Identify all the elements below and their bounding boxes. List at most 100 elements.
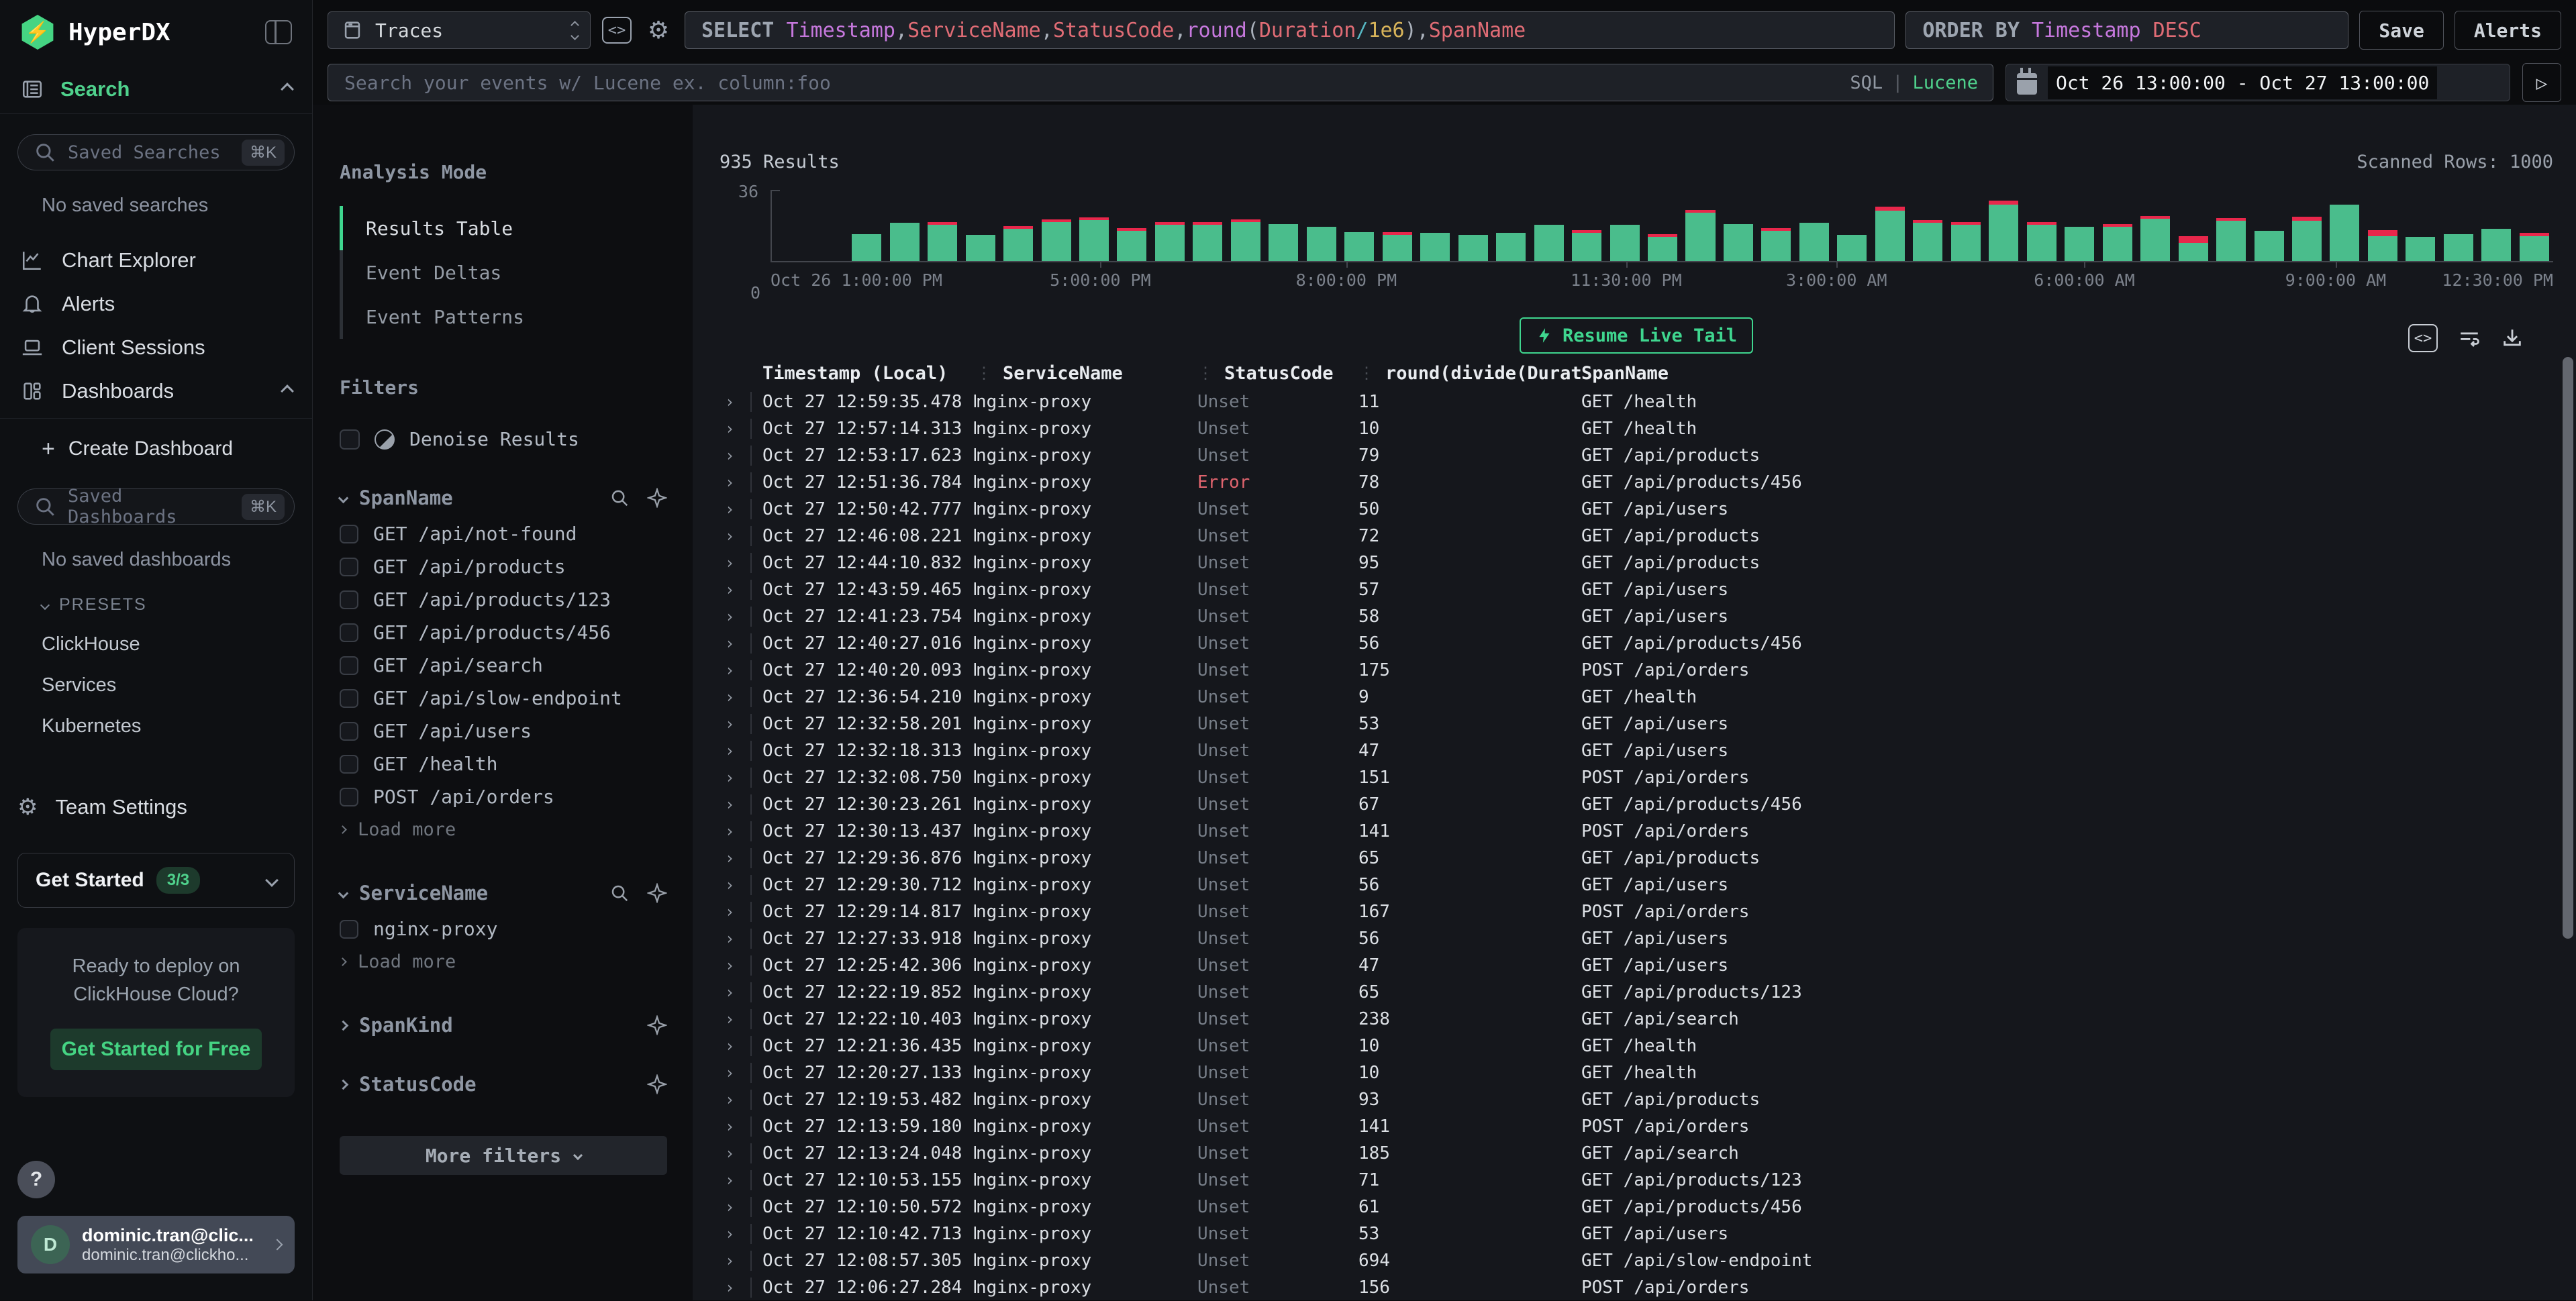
expand-row-icon[interactable]: › [720, 768, 750, 787]
table-row[interactable]: ›Oct 27 12:08:57.305 PMnginx-proxyUnset6… [720, 1247, 2553, 1274]
checkbox[interactable] [340, 788, 358, 806]
histogram-bar[interactable] [1681, 190, 1719, 261]
expand-row-icon[interactable]: › [720, 393, 750, 411]
expand-row-icon[interactable]: › [720, 446, 750, 465]
histogram-bar[interactable] [2061, 190, 2098, 261]
checkbox[interactable] [340, 722, 358, 741]
table-row[interactable]: ›Oct 27 12:20:27.133 PMnginx-proxyUnset1… [720, 1059, 2553, 1086]
column-header-duration[interactable]: ⋮round(divide(Duration, [1358, 363, 1581, 384]
histogram-bar[interactable] [1795, 190, 1833, 261]
filter-option[interactable]: GET /api/users [340, 715, 667, 747]
histogram-bar[interactable] [1075, 190, 1113, 261]
column-header-servicename[interactable]: ⋮ServiceName [976, 363, 1197, 384]
table-row[interactable]: ›Oct 27 12:43:59.465 PMnginx-proxyUnset5… [720, 576, 2553, 603]
table-row[interactable]: ›Oct 27 12:41:23.754 PMnginx-proxyUnset5… [720, 603, 2553, 630]
expand-row-icon[interactable]: › [720, 1171, 750, 1190]
sql-mode-option[interactable]: SQL [1850, 72, 1883, 93]
histogram-bar[interactable] [809, 190, 847, 261]
checkbox[interactable] [340, 623, 358, 642]
expand-row-icon[interactable]: › [720, 500, 750, 519]
expand-row-icon[interactable]: › [720, 795, 750, 814]
column-header-spanname[interactable]: SpanName [1581, 363, 2553, 384]
query-settings-gear-icon[interactable]: ⚙ [643, 16, 674, 44]
histogram-bar[interactable] [2364, 190, 2401, 261]
histogram-bar[interactable] [885, 190, 923, 261]
table-row[interactable]: ›Oct 27 12:29:30.712 PMnginx-proxyUnset5… [720, 872, 2553, 898]
expand-row-icon[interactable]: › [720, 983, 750, 1002]
table-row[interactable]: ›Oct 27 12:36:54.210 PMnginx-proxyUnset9… [720, 684, 2553, 711]
checkbox[interactable] [340, 689, 358, 708]
table-row[interactable]: ›Oct 27 12:10:50.572 PMnginx-proxyUnset6… [720, 1194, 2553, 1220]
filter-option[interactable]: GET /api/search [340, 649, 667, 682]
expand-row-icon[interactable]: › [720, 527, 750, 545]
edit-sql-icon[interactable]: <> [601, 16, 632, 44]
histogram-bar[interactable] [1454, 190, 1491, 261]
presets-toggle[interactable]: PRESETS [42, 595, 295, 615]
preset-services[interactable]: Services [42, 674, 295, 696]
get-started-panel[interactable]: Get Started 3/3 [17, 853, 295, 908]
analysis-mode-results-table[interactable]: Results Table [340, 206, 667, 250]
create-dashboard-button[interactable]: + Create Dashboard [17, 429, 295, 468]
histogram-bar[interactable] [2477, 190, 2515, 261]
pin-icon[interactable] [647, 1074, 667, 1094]
view-source-icon[interactable]: <> [2408, 324, 2438, 352]
event-search-input[interactable]: Search your events w/ Lucene ex. column:… [328, 64, 1993, 101]
expand-row-icon[interactable]: › [720, 1144, 750, 1163]
get-started-free-button[interactable]: Get Started for Free [50, 1029, 261, 1070]
expand-row-icon[interactable]: › [720, 822, 750, 841]
table-row[interactable]: ›Oct 27 12:46:08.221 PMnginx-proxyUnset7… [720, 523, 2553, 550]
load-more-spanname[interactable]: Load more [340, 813, 667, 845]
expand-row-icon[interactable]: › [720, 956, 750, 975]
histogram-bar[interactable] [2136, 190, 2174, 261]
sidebar-item-client-sessions[interactable]: Client Sessions [17, 325, 295, 369]
filter-search-icon[interactable] [609, 883, 630, 903]
histogram-bar[interactable] [1568, 190, 1605, 261]
expand-row-icon[interactable]: › [720, 1198, 750, 1216]
table-row[interactable]: ›Oct 27 12:50:42.777 PMnginx-proxyUnset5… [720, 496, 2553, 523]
expand-row-icon[interactable]: › [720, 1278, 750, 1297]
expand-row-icon[interactable]: › [720, 1225, 750, 1243]
histogram-bar[interactable] [1037, 190, 1075, 261]
table-row[interactable]: ›Oct 27 12:25:42.306 PMnginx-proxyUnset4… [720, 952, 2553, 979]
expand-row-icon[interactable]: › [720, 876, 750, 894]
histogram-bar[interactable] [2098, 190, 2136, 261]
filter-group-spankind[interactable]: SpanKind [340, 1014, 667, 1037]
sidebar-item-team-settings[interactable]: ⚙ Team Settings [17, 786, 295, 829]
expand-row-icon[interactable]: › [720, 1117, 750, 1136]
checkbox[interactable] [340, 656, 358, 675]
histogram-bar[interactable] [1909, 190, 1946, 261]
histogram-bar[interactable] [1720, 190, 1757, 261]
histogram-bar[interactable] [1151, 190, 1189, 261]
sidebar-item-dashboards[interactable]: Dashboards [17, 369, 295, 413]
expand-row-icon[interactable]: › [720, 607, 750, 626]
preset-clickhouse[interactable]: ClickHouse [42, 633, 295, 656]
expand-row-icon[interactable]: › [720, 1090, 750, 1109]
expand-row-icon[interactable]: › [720, 741, 750, 760]
histogram-bar[interactable] [1303, 190, 1340, 261]
histogram-bar[interactable] [1189, 190, 1226, 261]
load-more-servicename[interactable]: Load more [340, 945, 667, 978]
filter-group-servicename[interactable]: ServiceName [340, 882, 667, 904]
histogram-bar[interactable] [2212, 190, 2250, 261]
table-row[interactable]: ›Oct 27 12:57:14.313 PMnginx-proxyUnset1… [720, 415, 2553, 442]
histogram-bar[interactable] [1833, 190, 1871, 261]
table-row[interactable]: ›Oct 27 12:44:10.832 PMnginx-proxyUnset9… [720, 550, 2553, 576]
query-language-toggle[interactable]: SQL | Lucene [1850, 64, 1978, 101]
expand-row-icon[interactable]: › [720, 554, 750, 572]
pin-icon[interactable] [647, 883, 667, 903]
histogram-bar[interactable] [1265, 190, 1302, 261]
histogram-plot[interactable] [771, 190, 2553, 262]
expand-row-icon[interactable]: › [720, 1063, 750, 1082]
filter-group-statuscode[interactable]: StatusCode [340, 1073, 667, 1096]
expand-row-icon[interactable]: › [720, 929, 750, 948]
histogram-bar[interactable] [772, 190, 809, 261]
user-menu[interactable]: D dominic.tran@clic... dominic.tran@clic… [17, 1216, 295, 1273]
histogram-bar[interactable] [2440, 190, 2477, 261]
lucene-mode-option[interactable]: Lucene [1912, 72, 1978, 93]
vertical-scrollbar[interactable] [2563, 357, 2573, 1295]
drag-handle-icon[interactable]: ⋮ [1197, 364, 1213, 382]
expand-row-icon[interactable]: › [720, 473, 750, 492]
help-button[interactable]: ? [17, 1161, 55, 1198]
histogram-bar[interactable] [2288, 190, 2326, 261]
saved-dashboards-input[interactable]: Saved Dashboards ⌘K [17, 488, 295, 525]
